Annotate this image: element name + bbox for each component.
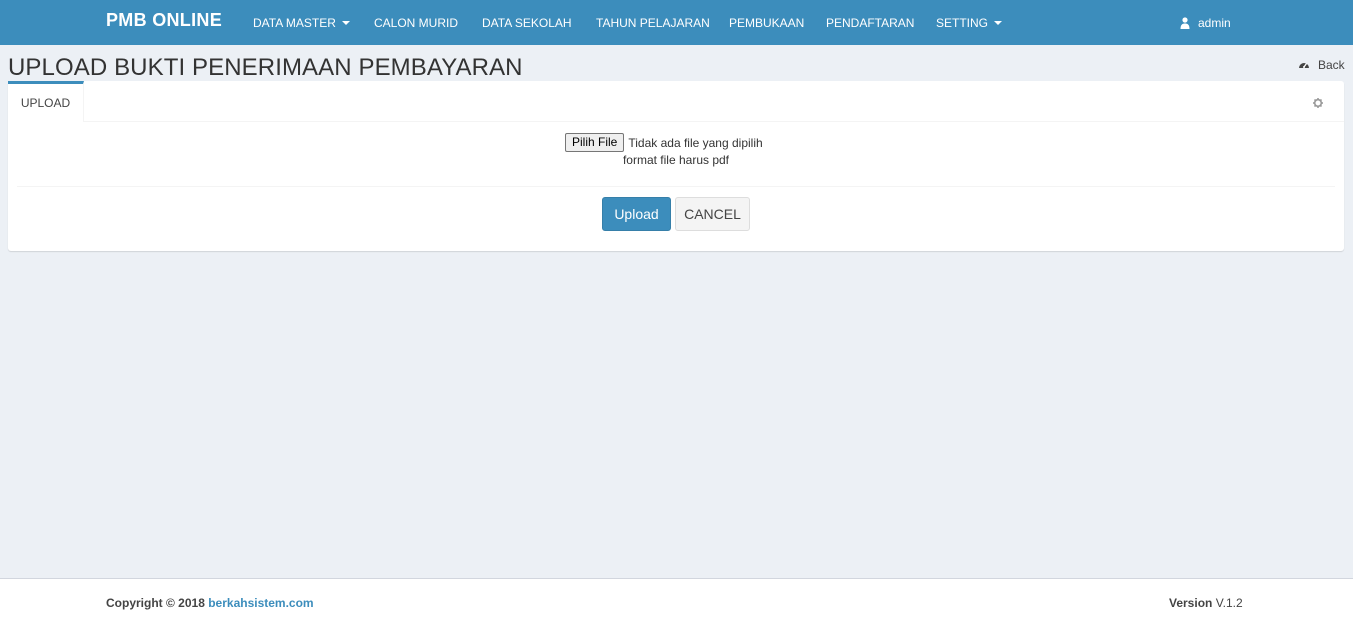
version-info: Version V.1.2 <box>1169 596 1243 610</box>
top-navbar: PMB ONLINE DATA MASTER CALON MURID DATA … <box>0 0 1353 45</box>
user-icon <box>1180 16 1190 29</box>
help-text: format file harus pdf <box>622 153 730 167</box>
back-label: Back <box>1318 58 1345 72</box>
nav-label: TAHUN PELAJARAN <box>596 15 710 30</box>
nav-data-sekolah[interactable]: DATA SEKOLAH <box>482 0 572 45</box>
nav-pembukaan[interactable]: PEMBUKAAN <box>729 0 804 45</box>
nav-label: DATA MASTER <box>253 15 336 30</box>
copyright: Copyright © 2018 berkahsistem.com <box>106 596 314 610</box>
user-name: admin <box>1198 15 1231 30</box>
chevron-down-icon <box>341 20 350 25</box>
chevron-down-icon <box>994 20 1003 25</box>
nav-label: PENDAFTARAN <box>826 15 915 30</box>
version-label: Version <box>1169 596 1213 610</box>
nav-pendaftaran[interactable]: PENDAFTARAN <box>826 0 914 45</box>
upload-button[interactable]: Upload <box>602 197 671 231</box>
upload-panel: UPLOAD Pilih File Tidak ada file yang di… <box>8 81 1344 251</box>
page-title: UPLOAD BUKTI PENERIMAAN PEMBAYARAN <box>8 54 523 81</box>
nav-label: PEMBUKAAN <box>729 15 805 30</box>
nav-setting[interactable]: SETTING <box>936 0 1003 45</box>
footer: Copyright © 2018 berkahsistem.com Versio… <box>0 578 1353 618</box>
brand-logo[interactable]: PMB ONLINE <box>106 10 222 31</box>
cancel-button[interactable]: CANCEL <box>675 197 750 231</box>
tab-upload[interactable]: UPLOAD <box>8 81 84 122</box>
gear-icon[interactable] <box>1313 98 1323 108</box>
user-menu[interactable]: admin <box>1180 0 1231 45</box>
choose-file-button[interactable]: Pilih File <box>565 133 625 152</box>
nav-tahun-pelajaran[interactable]: TAHUN PELAJARAN <box>596 0 710 45</box>
company-link[interactable]: berkahsistem.com <box>208 596 313 610</box>
nav-label: DATA SEKOLAH <box>482 15 572 30</box>
nav-label: SETTING <box>936 15 989 30</box>
tab-label: UPLOAD <box>20 96 71 110</box>
nav-calon-murid[interactable]: CALON MURID <box>374 0 458 45</box>
version-value: V.1.2 <box>1215 596 1243 610</box>
copyright-text: Copyright © 2018 <box>106 596 205 610</box>
divider <box>17 186 1335 187</box>
back-link[interactable]: Back <box>1298 58 1345 72</box>
file-status: Tidak ada file yang dipilih <box>628 135 763 150</box>
nav-label: CALON MURID <box>374 15 459 30</box>
file-input[interactable]: Pilih File Tidak ada file yang dipilih <box>565 133 763 152</box>
tab-divider <box>84 121 1344 122</box>
dashboard-icon <box>1299 63 1309 68</box>
nav-data-master[interactable]: DATA MASTER <box>253 0 350 45</box>
